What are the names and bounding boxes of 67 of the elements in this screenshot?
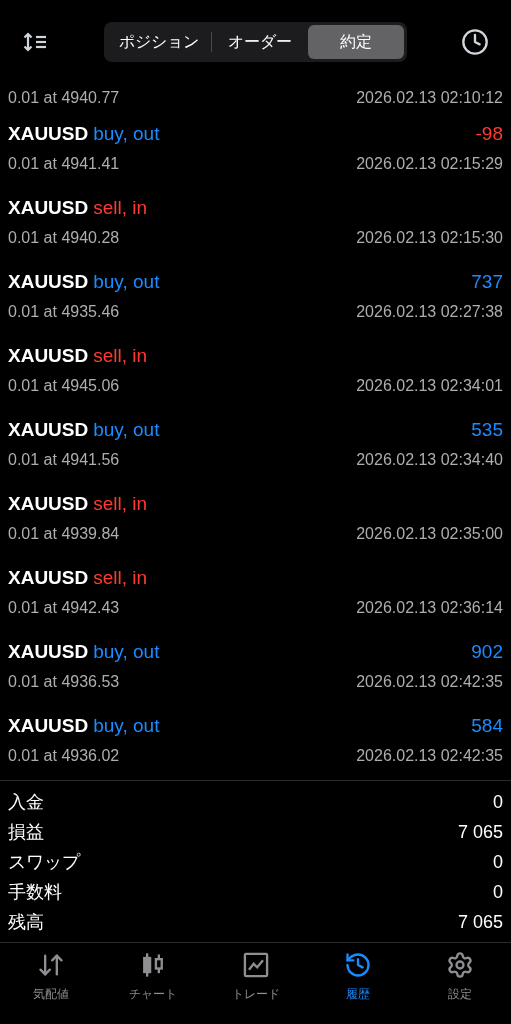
summary-value: 0: [493, 790, 503, 814]
summary-value: 0: [493, 880, 503, 904]
deal-profit: -98: [475, 121, 503, 146]
deal-time: 2026.02.13 02:34:01: [356, 376, 503, 396]
segment-tab[interactable]: オーダー: [212, 25, 308, 59]
deal-detail: 0.01 at 4936.02: [8, 746, 120, 766]
deal-time: 2026.02.13 02:35:00: [356, 524, 503, 544]
clock-button[interactable]: [459, 26, 491, 58]
segment-tab[interactable]: ポジション: [107, 25, 211, 59]
tab-bar-item[interactable]: 気配値: [0, 951, 103, 1024]
deal-action: buy, out: [93, 121, 160, 146]
deal-time: 2026.02.13 02:42:35: [356, 746, 503, 766]
deal-time: 2026.02.13 02:42:35: [356, 672, 503, 692]
deal-detail: 0.01 at 4940.77: [8, 88, 120, 108]
deal-symbol: XAUUSD: [8, 269, 89, 294]
deal-action: sell, in: [93, 491, 148, 516]
deal-time: 2026.02.13 02:15:29: [356, 154, 503, 174]
deal-action: buy, out: [93, 713, 160, 738]
settings-icon: [445, 951, 474, 979]
deal-detail: 0.01 at 4935.46: [8, 302, 120, 322]
summary-value: 7 065: [457, 820, 503, 844]
deal-action: sell, in: [93, 195, 148, 220]
deal-action: buy, out: [93, 639, 160, 664]
deal-detail: 0.01 at 4936.53: [8, 672, 120, 692]
summary-label: 損益: [8, 820, 44, 844]
deal-symbol: XAUUSD: [8, 713, 89, 738]
history-icon: [343, 951, 372, 979]
summary-label: 残高: [8, 910, 44, 934]
deal-time: 2026.02.13 02:36:14: [356, 598, 503, 618]
deal-symbol: XAUUSD: [8, 121, 89, 146]
deal-symbol: XAUUSD: [8, 639, 89, 664]
deal-profit: 535: [471, 417, 503, 442]
tab-bar-item[interactable]: 設定: [408, 951, 511, 1024]
deal-symbol: XAUUSD: [8, 565, 89, 590]
summary-value: 0: [493, 850, 503, 874]
deal-profit: 584: [471, 713, 503, 738]
deal-symbol: XAUUSD: [8, 195, 89, 220]
tab-bar-item[interactable]: チャート: [102, 951, 205, 1024]
segment-tab[interactable]: 約定: [308, 25, 404, 59]
deal-time: 2026.02.13 02:10:12: [356, 88, 503, 108]
deal-action: sell, in: [93, 343, 148, 368]
deal-symbol: XAUUSD: [8, 491, 89, 516]
summary-label: 入金: [8, 790, 44, 814]
deal-detail: 0.01 at 4941.41: [8, 154, 120, 174]
deal-symbol: XAUUSD: [8, 343, 89, 368]
tab-bar-item[interactable]: 履歴: [306, 951, 409, 1024]
summary-label: スワップ: [8, 850, 80, 874]
clock-icon: [461, 28, 489, 56]
deal-detail: 0.01 at 4941.56: [8, 450, 120, 470]
deal-action: buy, out: [93, 269, 160, 294]
deal-symbol: XAUUSD: [8, 417, 89, 442]
deal-profit: 737: [471, 269, 503, 294]
deal-detail: 0.01 at 4940.28: [8, 228, 120, 248]
deal-time: 2026.02.13 02:27:38: [356, 302, 503, 322]
tab-bar-item[interactable]: トレード: [204, 951, 307, 1024]
deal-detail: 0.01 at 4942.43: [8, 598, 120, 618]
summary-value: 7 065: [457, 910, 503, 934]
deal-profit: 902: [471, 639, 503, 664]
deal-detail: 0.01 at 4945.06: [8, 376, 120, 396]
sort-icon: [23, 32, 49, 52]
line-chart-icon: [241, 951, 270, 979]
deal-detail: 0.01 at 4939.84: [8, 524, 120, 544]
deal-action: sell, in: [93, 565, 148, 590]
deal-action: buy, out: [93, 417, 160, 442]
deal-time: 2026.02.13 02:15:30: [356, 228, 503, 248]
deal-time: 2026.02.13 02:34:40: [356, 450, 503, 470]
summary-label: 手数料: [8, 880, 62, 904]
